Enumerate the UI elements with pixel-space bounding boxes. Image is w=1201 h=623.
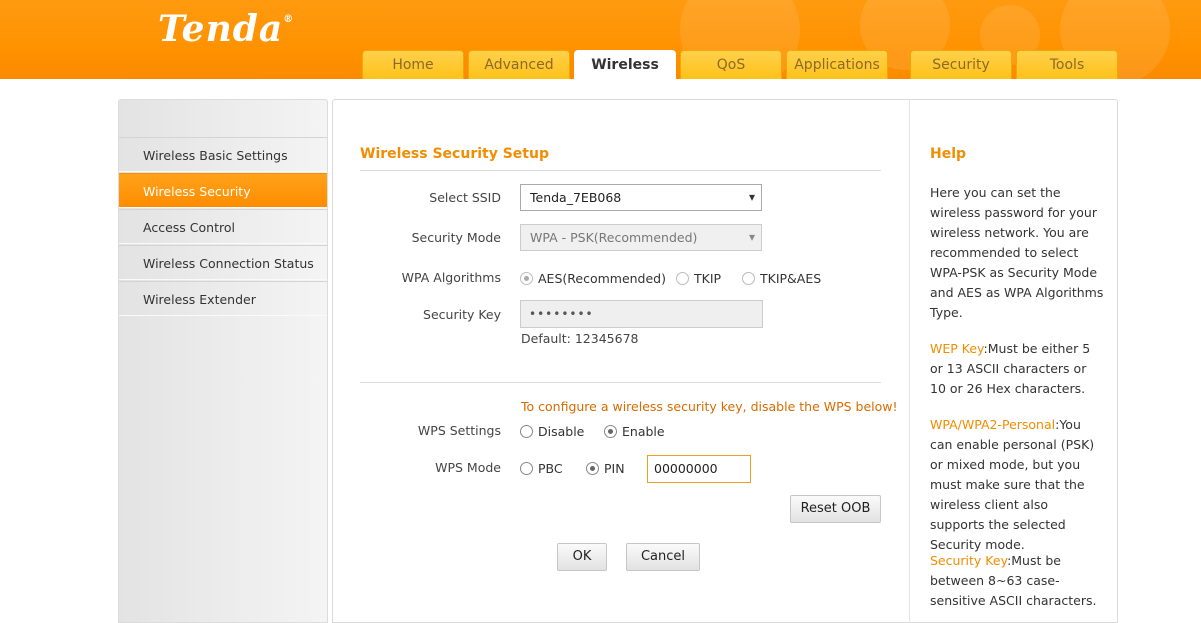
radio-dot: [520, 462, 533, 475]
wpa-algorithms-label: WPA Algorithms: [401, 270, 501, 285]
page-title: Wireless Security Setup: [360, 146, 549, 162]
wps-pin-input[interactable]: 00000000: [647, 455, 751, 483]
help-wpa-term: WPA/WPA2-Personal: [930, 417, 1056, 432]
help-wep: WEP Key:Must be either 5 or 13 ASCII cha…: [930, 339, 1105, 399]
security-key-input[interactable]: ••••••••: [520, 300, 763, 328]
help-key-term: Security Key: [930, 553, 1008, 568]
wps-enable-radio[interactable]: Enable: [604, 424, 665, 439]
security-mode-value: WPA - PSK(Recommended): [530, 230, 698, 245]
ssid-select[interactable]: Tenda_7EB068 ▾: [520, 184, 762, 211]
wps-mode-label: WPS Mode: [435, 460, 501, 475]
help-wpa-text: :You can enable personal (PSK) or mixed …: [930, 417, 1095, 552]
wps-settings-label: WPS Settings: [417, 423, 501, 438]
tab-wireless[interactable]: Wireless: [574, 50, 676, 79]
radio-label: TKIP: [694, 271, 722, 286]
tab-advanced[interactable]: Advanced: [468, 50, 570, 79]
wps-disable-radio[interactable]: Disable: [520, 424, 584, 439]
tab-home[interactable]: Home: [362, 50, 464, 79]
help-wpa: WPA/WPA2-Personal:You can enable persona…: [930, 415, 1105, 555]
tab-qos[interactable]: QoS: [680, 50, 782, 79]
security-key-default-note: Default: 12345678: [521, 331, 639, 346]
security-mode-label: Security Mode: [411, 230, 501, 245]
wpa-algo-tkip-radio[interactable]: TKIP: [676, 271, 721, 286]
wps-mode-pin-radio[interactable]: PIN: [586, 461, 625, 476]
sidebar-item-wireless-basic-settings[interactable]: Wireless Basic Settings: [119, 137, 327, 172]
wpa-algo-tkipaes-radio[interactable]: TKIP&AES: [742, 271, 821, 286]
tab-security[interactable]: Security: [910, 50, 1012, 79]
radio-label: PBC: [538, 461, 563, 476]
ssid-label: Select SSID: [429, 190, 501, 205]
divider: [360, 382, 881, 383]
help-title: Help: [930, 146, 967, 162]
sidebar-item-wireless-extender[interactable]: Wireless Extender: [119, 281, 327, 316]
cancel-button[interactable]: Cancel: [626, 543, 700, 571]
radio-dot: [520, 425, 533, 438]
radio-dot: [742, 272, 755, 285]
wps-mode-pbc-radio[interactable]: PBC: [520, 461, 563, 476]
logo-text: Tenda: [158, 8, 284, 50]
sidebar-item-wireless-security[interactable]: Wireless Security: [119, 173, 327, 208]
radio-label: TKIP&AES: [760, 271, 822, 286]
top-header: Tenda® Home Advanced Wireless QoS Applic…: [0, 0, 1201, 79]
security-key-label: Security Key: [423, 307, 501, 322]
sidebar: Wireless Basic Settings Wireless Securit…: [118, 99, 328, 623]
radio-label: Enable: [622, 424, 665, 439]
radio-dot: [586, 462, 599, 475]
chevron-down-icon: ▾: [748, 230, 755, 244]
tenda-logo[interactable]: Tenda®: [158, 8, 294, 50]
radio-dot: [604, 425, 617, 438]
tab-applications[interactable]: Applications: [786, 50, 888, 79]
help-key: Security Key:Must be between 8~63 case-s…: [930, 551, 1105, 611]
chevron-down-icon: ▾: [748, 190, 755, 204]
help-intro: Here you can set the wireless password f…: [930, 185, 1104, 320]
main-panel: [332, 99, 910, 623]
radio-label: Disable: [538, 424, 585, 439]
registered-mark: ®: [283, 14, 295, 25]
sidebar-item-access-control[interactable]: Access Control: [119, 209, 327, 244]
radio-dot: [520, 272, 533, 285]
security-mode-select[interactable]: WPA - PSK(Recommended) ▾: [520, 224, 762, 251]
radio-label: AES(Recommended): [538, 271, 666, 286]
wpa-algo-aes-radio[interactable]: AES(Recommended): [520, 271, 666, 286]
radio-dot: [676, 272, 689, 285]
wps-notice: To configure a wireless security key, di…: [521, 399, 898, 414]
ok-button[interactable]: OK: [557, 543, 607, 571]
radio-label: PIN: [604, 461, 625, 476]
help-wep-term: WEP Key: [930, 341, 984, 356]
divider: [360, 170, 881, 171]
tab-tools[interactable]: Tools: [1016, 50, 1118, 79]
reset-oob-button[interactable]: Reset OOB: [790, 495, 881, 523]
sidebar-item-wireless-connection-status[interactable]: Wireless Connection Status: [119, 245, 327, 280]
ssid-value: Tenda_7EB068: [530, 190, 622, 205]
